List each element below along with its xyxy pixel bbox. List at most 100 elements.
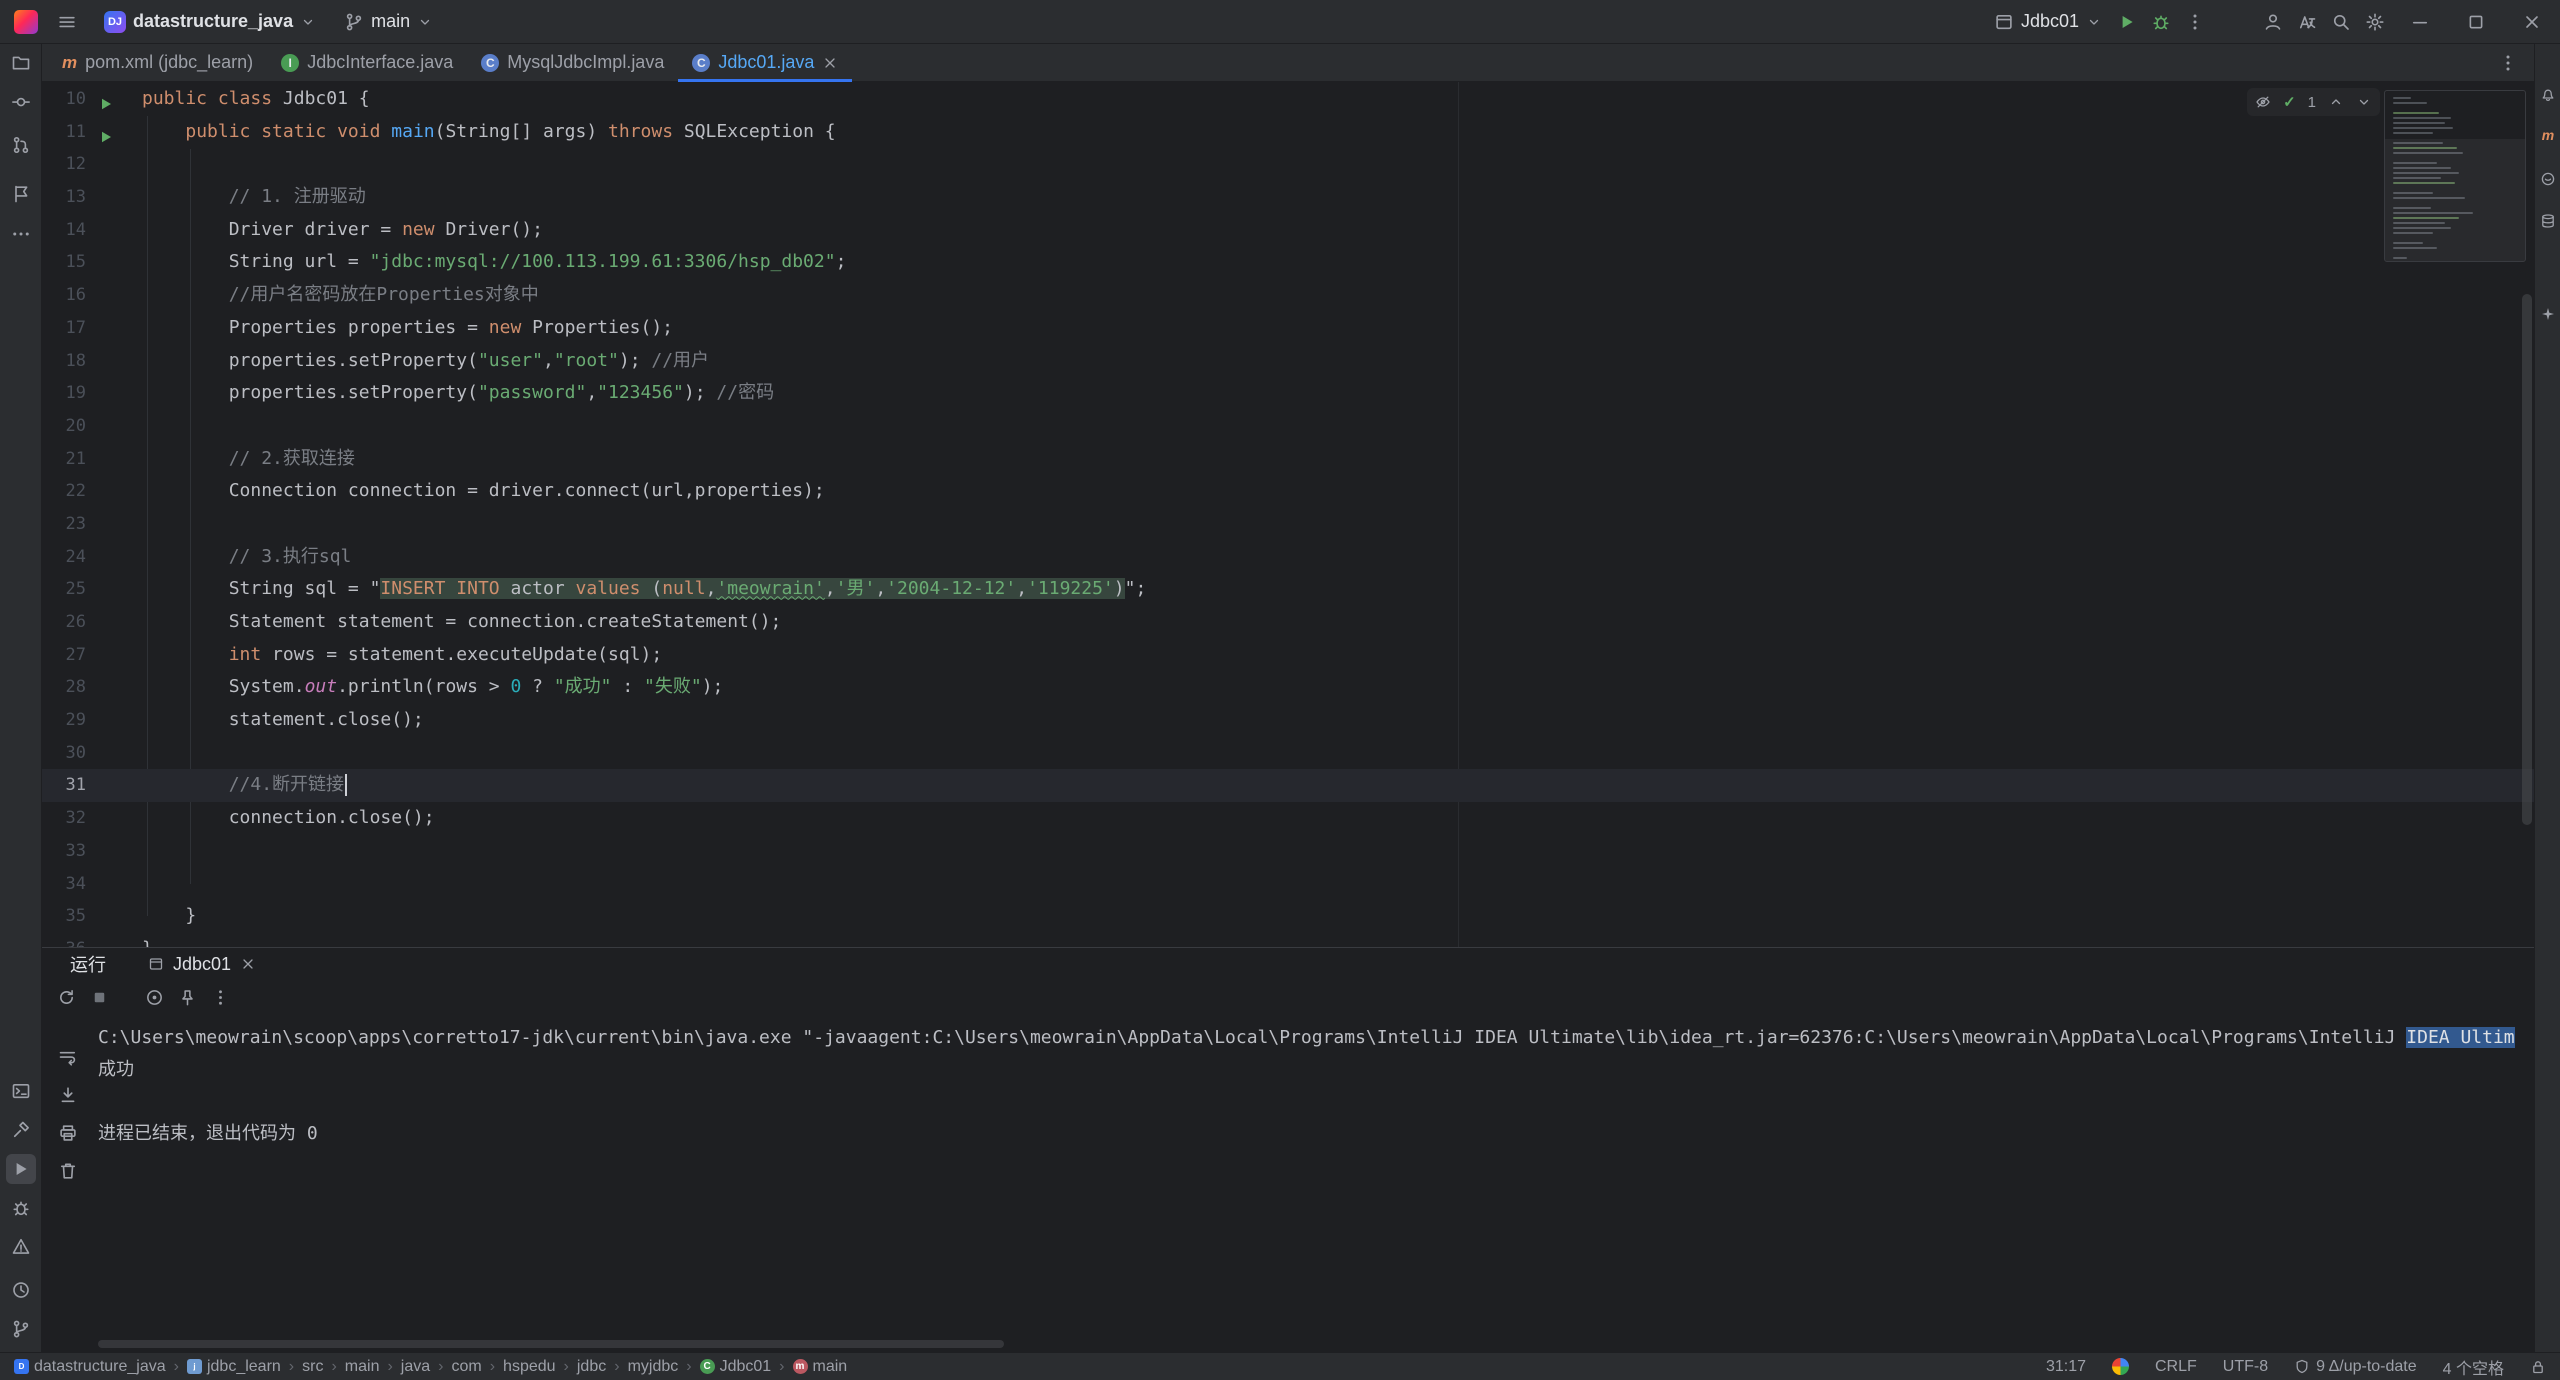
next-problem-icon[interactable] [2356,94,2372,110]
run-tool-icon[interactable] [6,1154,36,1184]
project-widget[interactable]: DJ datastructure_java [96,8,324,36]
breadcrumb-item[interactable]: mmain [793,1358,848,1376]
code-line[interactable]: 17 Properties properties = new Propertie… [42,312,2534,345]
close-run-tab-icon[interactable] [240,956,256,972]
code-line[interactable]: 14 Driver driver = new Driver(); [42,214,2534,247]
main-menu-icon[interactable] [50,5,84,39]
code-line[interactable]: 36} [42,933,2534,947]
code-line[interactable]: 16 //用户名密码放在Properties对象中 [42,279,2534,312]
breadcrumb-item[interactable]: Ddatastructure_java [14,1358,166,1376]
breadcrumb-item[interactable]: src [302,1358,323,1376]
rerun-button[interactable] [57,988,76,1007]
build-tool-icon[interactable] [6,1115,36,1145]
terminal-tool-icon[interactable] [6,1076,36,1106]
code-line[interactable]: 18 properties.setProperty("user","root")… [42,345,2534,378]
breadcrumb-item[interactable]: myjdbc [628,1358,679,1376]
more-tools-icon[interactable] [6,219,36,249]
project-tool-icon[interactable] [6,48,36,78]
tab-pom-xml[interactable]: m pom.xml (jdbc_learn) [48,44,267,81]
account-button[interactable] [2256,5,2290,39]
pull-requests-tool-icon[interactable] [6,130,36,160]
encoding-widget[interactable]: UTF-8 [2223,1358,2268,1376]
run-button[interactable] [2110,5,2144,39]
console-hscrollbar[interactable] [98,1340,1004,1348]
breadcrumb-item[interactable]: CJdbc01 [700,1358,772,1376]
tab-mysqljdbcimpl-java[interactable]: C MysqlJdbcImpl.java [467,44,678,81]
breadcrumb-item[interactable]: hspedu [503,1358,556,1376]
code-line[interactable]: 20 [42,410,2534,443]
code-line[interactable]: 34 [42,868,2534,901]
code-line[interactable]: 30 [42,737,2534,770]
more-run-actions-button[interactable] [2178,5,2212,39]
stop-button[interactable] [90,988,109,1007]
settings-button[interactable] [2358,5,2392,39]
more-options-icon[interactable] [211,988,230,1007]
code-line[interactable]: 31 //4.断开链接 [42,769,2534,802]
maximize-button[interactable] [2448,0,2504,44]
close-window-button[interactable] [2504,0,2560,44]
problems-tool-icon[interactable] [6,1232,36,1262]
tab-jdbc01-java[interactable]: C Jdbc01.java [678,44,852,81]
breadcrumb-item[interactable]: jjdbc_learn [187,1358,281,1376]
tab-list-icon[interactable] [2498,53,2518,73]
code-line[interactable]: 11 public static void main(String[] args… [42,116,2534,149]
coverage-icon[interactable] [145,988,164,1007]
close-tab-icon[interactable] [822,55,838,71]
commit-tool-icon[interactable] [6,87,36,117]
ai-assistant-tool-icon[interactable] [2537,303,2559,325]
inspection-count[interactable]: 1 [2308,94,2316,111]
debug-tool-icon[interactable] [6,1193,36,1223]
breadcrumb-item[interactable]: jdbc [577,1358,606,1376]
code-line[interactable]: 25 String sql = "INSERT INTO actor value… [42,573,2534,606]
run-tab-jdbc01[interactable]: Jdbc01 [148,948,256,980]
highlighting-level-icon[interactable] [2255,94,2271,110]
code-line[interactable]: 33 [42,835,2534,868]
pin-tab-icon[interactable] [178,988,197,1007]
code-line[interactable]: 24 // 3.执行sql [42,541,2534,574]
gradle-tool-icon[interactable] [2537,168,2559,190]
code-line[interactable]: 12 [42,148,2534,181]
run-line-icon[interactable] [98,91,114,107]
line-separator-widget[interactable]: CRLF [2155,1358,2197,1376]
code-line[interactable]: 35 } [42,900,2534,933]
bookmarks-tool-icon[interactable] [6,179,36,209]
vcs-branch-widget[interactable]: main [336,8,441,35]
indent-widget[interactable]: 4 个空格 [2443,1355,2504,1379]
breadcrumb-item[interactable]: main [345,1358,380,1376]
minimap-viewport[interactable] [2385,139,2525,261]
git-status-widget[interactable]: 9 Δ/up-to-date [2294,1358,2417,1376]
breadcrumb-item[interactable]: java [401,1358,430,1376]
readonly-lock-icon[interactable] [2530,1359,2546,1375]
run-configuration-widget[interactable]: Jdbc01 [1986,8,2110,35]
editor-scrollbar[interactable] [2522,294,2532,825]
code-line[interactable]: 23 [42,508,2534,541]
minimap[interactable] [2384,90,2526,262]
translate-button[interactable] [2290,5,2324,39]
code-line[interactable]: 13 // 1. 注册驱动 [42,181,2534,214]
maven-tool-icon[interactable]: m [2537,124,2559,146]
search-everywhere-button[interactable] [2324,5,2358,39]
history-tool-icon[interactable] [6,1275,36,1305]
minimize-button[interactable] [2392,0,2448,44]
debug-button[interactable] [2144,5,2178,39]
code-line[interactable]: 22 Connection connection = driver.connec… [42,475,2534,508]
version-control-tool-icon[interactable] [6,1314,36,1344]
previous-problem-icon[interactable] [2328,94,2344,110]
code-line[interactable]: 15 String url = "jdbc:mysql://100.113.19… [42,246,2534,279]
code-line[interactable]: 29 statement.close(); [42,704,2534,737]
code-line[interactable]: 10public class Jdbc01 { [42,83,2534,116]
tab-jdbcinterface-java[interactable]: I JdbcInterface.java [267,44,467,81]
code-line[interactable]: 27 int rows = statement.executeUpdate(sq… [42,639,2534,672]
code-line[interactable]: 28 System.out.println(rows > 0 ? "成功" : … [42,671,2534,704]
database-tool-icon[interactable] [2537,210,2559,232]
code-line[interactable]: 19 properties.setProperty("password","12… [42,377,2534,410]
code-line[interactable]: 21 // 2.获取连接 [42,443,2534,476]
run-line-icon[interactable] [98,124,114,140]
code-line[interactable]: 32 connection.close(); [42,802,2534,835]
notifications-tool-icon[interactable] [2537,83,2559,105]
console-output[interactable]: C:\Users\meowrain\scoop\apps\corretto17-… [42,1014,2534,1336]
code-line[interactable]: 26 Statement statement = connection.crea… [42,606,2534,639]
breadcrumb-item[interactable]: com [451,1358,481,1376]
code-editor[interactable]: 10public class Jdbc01 {11 public static … [42,82,2534,947]
caret-position-widget[interactable]: 31:17 [2046,1358,2086,1376]
